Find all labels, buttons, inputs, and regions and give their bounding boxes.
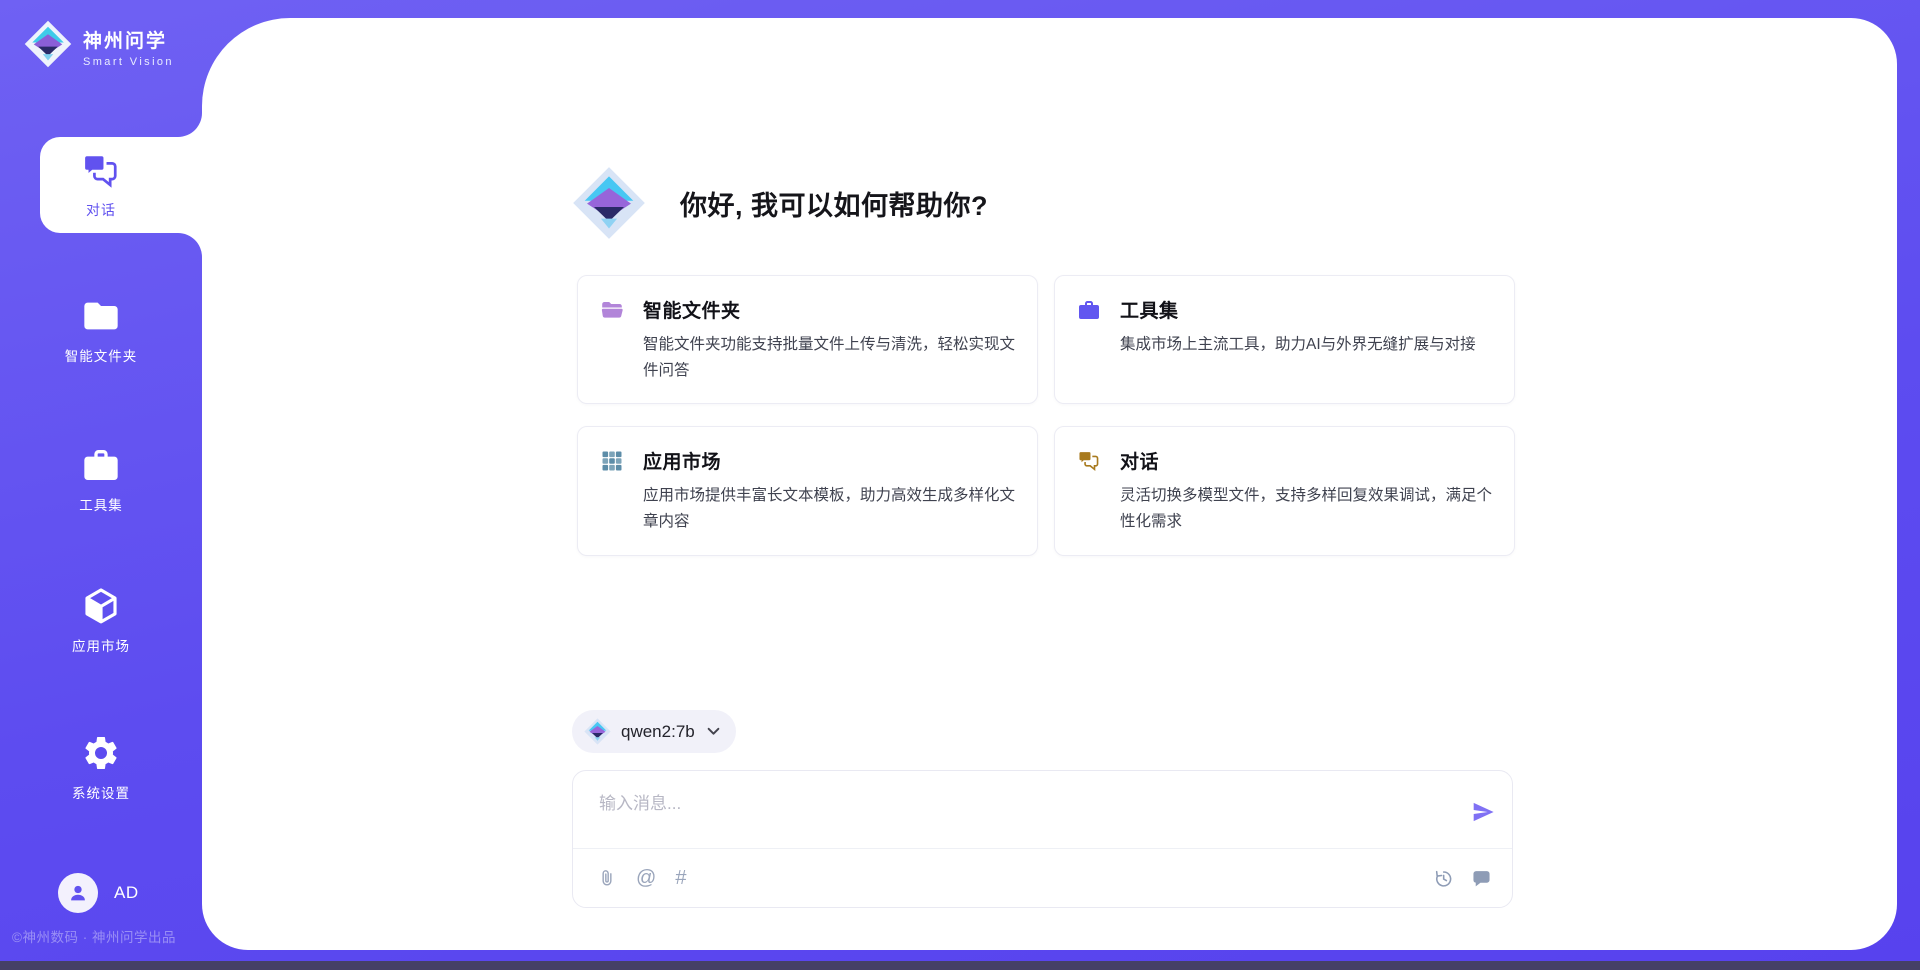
greeting: 你好, 我可以如何帮助你?	[572, 166, 988, 240]
history-icon[interactable]	[1433, 868, 1454, 889]
chat-icon	[81, 151, 121, 191]
hash-icon[interactable]: #	[675, 868, 686, 888]
sidebar-item-smart-folder[interactable]: 智能文件夹	[0, 296, 202, 365]
brand-diamond-icon	[584, 718, 611, 745]
person-icon	[67, 882, 89, 904]
chat-icon	[1077, 449, 1101, 473]
card-title: 应用市场	[643, 447, 721, 474]
sidebar-item-settings[interactable]: 系统设置	[0, 733, 202, 802]
card-toolset[interactable]: 工具集 集成市场上主流工具，助力AI与外界无缝扩展与对接	[1054, 275, 1515, 404]
card-description: 智能文件夹功能支持批量文件上传与清洗，轻松实现文件问答	[643, 332, 1015, 383]
card-title: 对话	[1120, 447, 1159, 474]
folder-open-icon	[600, 298, 624, 322]
main-panel: 你好, 我可以如何帮助你? 智能文件夹 智能文件夹功能支持批量文件上传与清洗，轻…	[202, 18, 1897, 950]
greeting-text: 你好, 我可以如何帮助你?	[680, 184, 988, 223]
composer-actions	[1433, 849, 1492, 907]
card-chat[interactable]: 对话 灵活切换多模型文件，支持多样回复效果调试，满足个性化需求	[1054, 426, 1515, 555]
avatar	[58, 873, 98, 913]
card-description: 应用市场提供丰富长文本模板，助力高效生成多样化文章内容	[643, 483, 1015, 534]
sidebar-item-label: 系统设置	[72, 782, 130, 802]
card-description: 集成市场上主流工具，助力AI与外界无缝扩展与对接	[1120, 332, 1492, 358]
card-app-market[interactable]: 应用市场 应用市场提供丰富长文本模板，助力高效生成多样化文章内容	[577, 426, 1038, 555]
user-menu[interactable]: AD	[58, 873, 139, 913]
sidebar-item-label: 对话	[86, 200, 116, 220]
grid-icon	[600, 449, 624, 473]
composer-divider	[573, 848, 1512, 849]
card-description: 灵活切换多模型文件，支持多样回复效果调试，满足个性化需求	[1120, 483, 1492, 534]
model-name: qwen2:7b	[621, 722, 695, 742]
card-title: 智能文件夹	[643, 296, 741, 323]
folder-icon	[81, 296, 121, 336]
message-icon[interactable]	[1471, 868, 1492, 889]
chevron-down-icon	[707, 727, 720, 736]
feature-cards: 智能文件夹 智能文件夹功能支持批量文件上传与清洗，轻松实现文件问答 工具集 集成…	[577, 275, 1515, 556]
brand-name: 神州问学	[83, 26, 174, 53]
brand: 神州问学 Smart Vision	[24, 20, 174, 68]
brand-subtitle: Smart Vision	[83, 56, 174, 68]
card-title: 工具集	[1120, 296, 1179, 323]
composer-tools: @ #	[597, 849, 686, 907]
card-smart-folder[interactable]: 智能文件夹 智能文件夹功能支持批量文件上传与清洗，轻松实现文件问答	[577, 275, 1038, 404]
sidebar-item-toolset[interactable]: 工具集	[0, 445, 202, 514]
sidebar: 神州问学 Smart Vision 对话 智能文件夹 工具集 应用市场 系统设置	[0, 0, 202, 970]
message-input[interactable]	[597, 787, 1451, 843]
toolbox-icon	[1077, 298, 1101, 322]
gear-icon	[81, 733, 121, 773]
toolbox-icon	[81, 445, 121, 485]
send-icon[interactable]	[1470, 799, 1496, 825]
brand-diamond-icon	[24, 20, 72, 68]
message-composer: @ #	[572, 770, 1513, 908]
sidebar-item-label: 应用市场	[72, 635, 130, 655]
bottom-bar	[0, 961, 1920, 970]
sidebar-item-chat[interactable]: 对话	[0, 151, 202, 220]
chat-home: 你好, 我可以如何帮助你? 智能文件夹 智能文件夹功能支持批量文件上传与清洗，轻…	[572, 18, 1515, 950]
assistant-diamond-icon	[572, 166, 646, 240]
user-initials: AD	[114, 883, 139, 903]
sidebar-item-app-market[interactable]: 应用市场	[0, 586, 202, 655]
at-icon[interactable]: @	[636, 868, 656, 888]
app-window: 神州问学 Smart Vision 对话 智能文件夹 工具集 应用市场 系统设置	[0, 0, 1920, 970]
copyright-text: ©神州数码 · 神州问学出品	[12, 926, 176, 946]
cube-icon	[81, 586, 121, 626]
model-selector[interactable]: qwen2:7b	[572, 710, 736, 753]
sidebar-item-label: 智能文件夹	[65, 345, 138, 365]
sidebar-item-label: 工具集	[79, 494, 123, 514]
paperclip-icon[interactable]	[597, 868, 617, 888]
